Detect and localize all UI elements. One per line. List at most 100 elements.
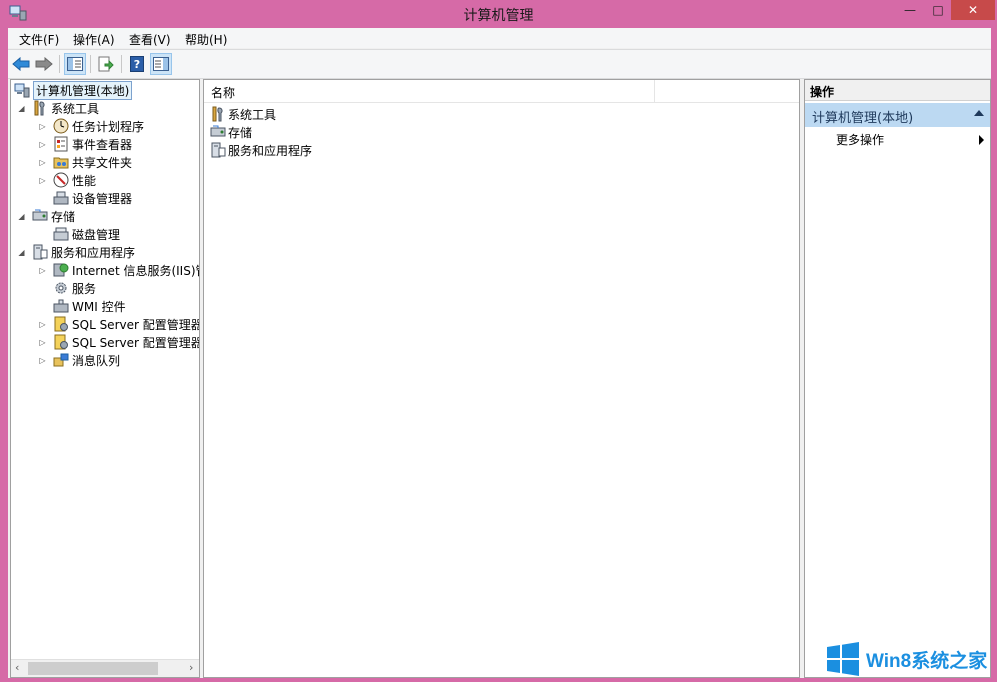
tree-item-services[interactable]: 服务 (38, 279, 96, 297)
iis-icon (53, 263, 69, 277)
tree-item-iis[interactable]: ▷ Internet 信息服务(IIS)管 (38, 261, 199, 279)
tree-item-label: 性能 (72, 173, 97, 188)
watermark-text: Win8系统之家 (866, 650, 988, 672)
minimize-button[interactable]: — (895, 0, 925, 20)
menu-action[interactable]: 操作(A) (73, 31, 115, 48)
scroll-left-icon[interactable]: ‹ (15, 661, 19, 674)
help-icon: ? (130, 56, 144, 72)
client-area: 文件(F) 操作(A) 查看(V) 帮助(H) ? 计算机管理(本地) ◢ 系统… (8, 28, 991, 678)
more-actions-item[interactable]: 更多操作 (836, 131, 986, 149)
list-column-header[interactable]: 名称 (204, 80, 799, 103)
collapsed-triangle-icon[interactable]: ▷ (38, 266, 47, 275)
tree-item-system-tools[interactable]: ◢ 系统工具 (17, 99, 99, 117)
wmi-control-icon (53, 299, 69, 313)
tree-item-label: SQL Server 配置管理器 (72, 317, 200, 332)
tree-item-label: WMI 控件 (72, 299, 126, 314)
menu-bar: 文件(F) 操作(A) 查看(V) 帮助(H) (8, 28, 991, 48)
tree-item-label: 服务 (72, 281, 97, 296)
collapse-up-icon[interactable] (974, 110, 984, 116)
tree-item-label: 消息队列 (72, 353, 121, 368)
tree-item-sql-server-config-1[interactable]: ▷ SQL Server 配置管理器 (38, 315, 200, 333)
tree-item-label: 共享文件夹 (72, 155, 133, 170)
maximize-icon: □ (932, 3, 944, 17)
collapsed-triangle-icon[interactable]: ▷ (38, 122, 47, 131)
message-queue-icon (53, 353, 69, 367)
tree-item-sql-server-config-2[interactable]: ▷ SQL Server 配置管理器 (38, 333, 200, 351)
computer-management-icon (14, 83, 30, 98)
back-button[interactable] (10, 53, 32, 75)
forward-button[interactable] (33, 53, 55, 75)
list-item-services-and-applications[interactable]: 服务和应用程序 (210, 141, 312, 159)
column-divider[interactable] (654, 80, 655, 102)
tree-item-label: 服务和应用程序 (51, 245, 136, 260)
toolbar: ? (8, 49, 991, 79)
windows-logo-icon (827, 642, 859, 676)
tree-item-device-manager[interactable]: 设备管理器 (38, 189, 132, 207)
tree-item-shared-folders[interactable]: ▷ 共享文件夹 (38, 153, 132, 171)
tools-icon (212, 106, 223, 122)
tree-item-disk-management[interactable]: 磁盘管理 (38, 225, 120, 243)
export-list-button[interactable] (95, 53, 117, 75)
collapsed-triangle-icon[interactable]: ▷ (38, 338, 47, 347)
maximize-button[interactable]: □ (925, 0, 951, 20)
services-gear-icon (55, 282, 67, 294)
list-item-storage[interactable]: 存储 (210, 123, 252, 141)
services-applications-icon (33, 244, 48, 260)
tree-item-services-and-applications[interactable]: ◢ 服务和应用程序 (17, 243, 135, 261)
list-item-label: 系统工具 (228, 107, 277, 122)
console-tree-pane[interactable]: 计算机管理(本地) ◢ 系统工具 ▷ 任务计划程序 ▷ 事件查看器 ▷ 共享文件… (10, 79, 200, 678)
tree-item-message-queuing[interactable]: ▷ 消息队列 (38, 351, 120, 369)
tree-item-label: 存储 (51, 209, 76, 224)
toolbar-separator (90, 55, 91, 73)
window-title: 计算机管理 (463, 8, 534, 24)
services-applications-icon (211, 142, 226, 158)
tree-item-label: 计算机管理(本地) (33, 80, 133, 100)
performance-icon (53, 172, 69, 188)
expanded-triangle-icon[interactable]: ◢ (17, 212, 26, 221)
tree-item-wmi-control[interactable]: WMI 控件 (38, 297, 126, 315)
actions-header-label: 操作 (810, 85, 835, 99)
collapsed-triangle-icon[interactable]: ▷ (38, 140, 47, 149)
collapsed-triangle-icon[interactable]: ▷ (38, 356, 47, 365)
tree-item-label: 设备管理器 (72, 191, 133, 206)
collapsed-triangle-icon[interactable]: ▷ (38, 176, 47, 185)
tree-item-label: 事件查看器 (72, 137, 133, 152)
tree-root-item[interactable]: 计算机管理(本地) (14, 80, 133, 100)
menu-help[interactable]: 帮助(H) (185, 31, 227, 48)
expanded-triangle-icon[interactable]: ◢ (17, 248, 26, 257)
show-hide-tree-button[interactable] (64, 53, 86, 75)
expanded-triangle-icon[interactable]: ◢ (17, 104, 26, 113)
tree-horizontal-scrollbar[interactable]: ‹ › (11, 659, 199, 677)
results-list-pane[interactable]: 名称 系统工具 存储 服务和应用程序 (203, 79, 800, 678)
show-hide-action-pane-button[interactable] (150, 53, 172, 75)
tree-item-event-viewer[interactable]: ▷ 事件查看器 (38, 135, 132, 153)
actions-group-computer-management[interactable]: 计算机管理(本地) (805, 103, 990, 127)
scrollbar-thumb[interactable] (28, 662, 158, 675)
menu-view[interactable]: 查看(V) (129, 31, 171, 48)
scroll-right-icon[interactable]: › (189, 661, 193, 674)
column-name-header[interactable]: 名称 (211, 84, 235, 101)
tree-item-storage[interactable]: ◢ 存储 (17, 207, 75, 225)
collapsed-triangle-icon[interactable]: ▷ (38, 320, 47, 329)
back-arrow-icon (12, 57, 30, 71)
storage-icon (210, 125, 226, 137)
help-button[interactable]: ? (126, 53, 148, 75)
menu-file[interactable]: 文件(F) (19, 31, 59, 48)
tools-icon (34, 100, 45, 116)
list-item-system-tools[interactable]: 系统工具 (210, 105, 276, 123)
show-tree-icon (67, 57, 83, 71)
title-bar[interactable]: 计算机管理 — □ ✕ (0, 0, 997, 28)
tree-item-performance[interactable]: ▷ 性能 (38, 171, 96, 189)
forward-arrow-icon (35, 57, 53, 71)
tree-item-label: 磁盘管理 (72, 227, 121, 242)
more-actions-label: 更多操作 (836, 133, 885, 147)
event-viewer-icon (54, 136, 68, 152)
tree-item-label: SQL Server 配置管理器 (72, 335, 200, 350)
tree-item-task-scheduler[interactable]: ▷ 任务计划程序 (38, 117, 144, 135)
minimize-icon: — (904, 3, 916, 17)
collapsed-triangle-icon[interactable]: ▷ (38, 158, 47, 167)
close-button[interactable]: ✕ (951, 0, 995, 20)
submenu-arrow-icon (979, 135, 984, 145)
actions-header: 操作 (805, 80, 990, 101)
toolbar-separator (121, 55, 122, 73)
